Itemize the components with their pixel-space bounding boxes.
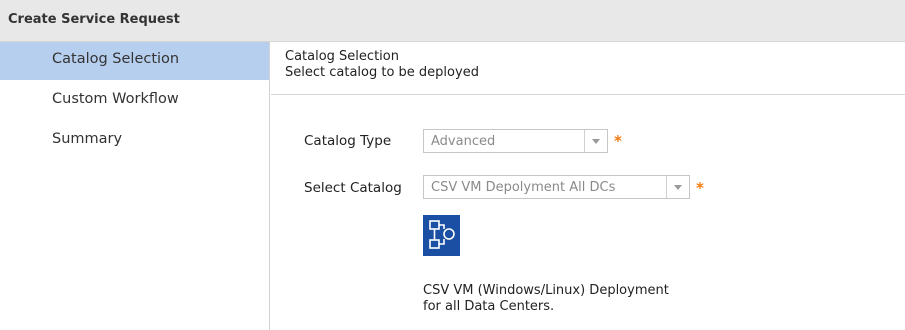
required-icon: *	[614, 132, 622, 150]
select-catalog-select[interactable]: CSV VM Depolyment All DCs	[423, 175, 690, 199]
sidebar-item-label: Catalog Selection	[52, 51, 180, 67]
window-title: Create Service Request	[8, 12, 180, 27]
section-subtitle: Select catalog to be deployed	[285, 65, 479, 80]
chevron-down-icon[interactable]	[584, 130, 607, 152]
select-catalog-value: CSV VM Depolyment All DCs	[431, 180, 616, 195]
sidebar-item-label: Summary	[52, 131, 123, 147]
catalog-description-line: for all Data Centers.	[423, 299, 555, 314]
catalog-type-select[interactable]: Advanced	[423, 129, 608, 153]
sidebar-item-catalog-selection[interactable]: Catalog Selection	[0, 42, 269, 80]
sidebar-item-label: Custom Workflow	[52, 91, 179, 107]
section-title: Catalog Selection	[285, 49, 399, 64]
select-catalog-label: Select Catalog	[304, 180, 402, 196]
required-icon: *	[696, 179, 704, 197]
sidebar-item-summary[interactable]: Summary	[0, 122, 269, 160]
catalog-type-label: Catalog Type	[304, 133, 392, 149]
wizard-sidebar: Catalog Selection Custom Workflow Summar…	[0, 42, 270, 330]
catalog-description-line: CSV VM (Windows/Linux) Deployment	[423, 283, 669, 298]
catalog-type-value: Advanced	[431, 134, 496, 149]
sidebar-item-custom-workflow[interactable]: Custom Workflow	[0, 82, 269, 120]
catalog-description: CSV VM (Windows/Linux) Deployment for al…	[423, 283, 669, 315]
chevron-down-icon[interactable]	[666, 176, 689, 198]
main-panel: Catalog Selection Select catalog to be d…	[271, 42, 905, 330]
header-divider	[271, 94, 905, 95]
title-bar: Create Service Request	[0, 0, 905, 42]
workflow-diagram-icon	[423, 215, 460, 256]
